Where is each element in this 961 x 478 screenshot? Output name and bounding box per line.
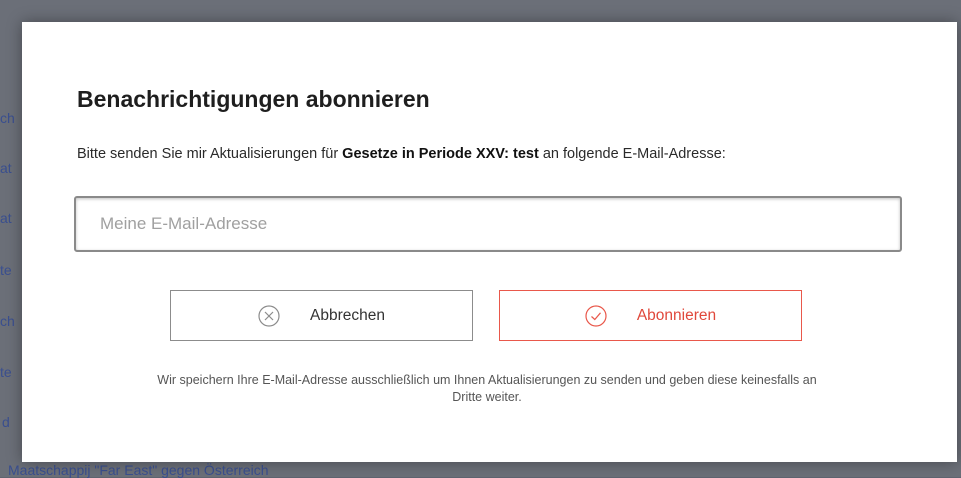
background-link-fragment: ch: [0, 110, 15, 126]
background-link-fragment: te: [0, 364, 12, 380]
background-link-fragment: at: [0, 160, 12, 176]
cancel-button-label: Abbrechen: [310, 306, 385, 324]
background-link-fragment: d: [2, 414, 10, 430]
intro-text-after: an folgende E-Mail-Adresse:: [538, 146, 726, 162]
intro-subject: Gesetze in Periode XXV: test: [342, 146, 539, 162]
privacy-note: Wir speichern Ihre E-Mail-Adresse aussch…: [157, 373, 817, 404]
background-link-fragment: te: [0, 262, 12, 278]
dialog-title: Benachrichtigungen abonnieren: [77, 86, 430, 112]
circle-x-icon: [258, 304, 280, 327]
background-link[interactable]: Maatschappij "Far East" gegen Österreich: [8, 462, 269, 478]
subscribe-button[interactable]: Abonnieren: [499, 290, 802, 341]
circle-check-icon: [585, 304, 607, 327]
background-link-fragment: ch: [0, 313, 15, 329]
background-link-fragment: at: [0, 210, 12, 226]
subscribe-button-label: Abonnieren: [636, 306, 717, 324]
subscribe-dialog: Benachrichtigungen abonnieren Bitte send…: [22, 22, 957, 462]
email-field-wrapper: [74, 196, 902, 252]
email-field[interactable]: [76, 198, 900, 250]
dialog-intro: Bitte senden Sie mir Aktualisierungen fü…: [77, 146, 917, 162]
cancel-button[interactable]: Abbrechen: [170, 290, 473, 341]
intro-text-before: Bitte senden Sie mir Aktualisierungen fü…: [77, 146, 343, 162]
